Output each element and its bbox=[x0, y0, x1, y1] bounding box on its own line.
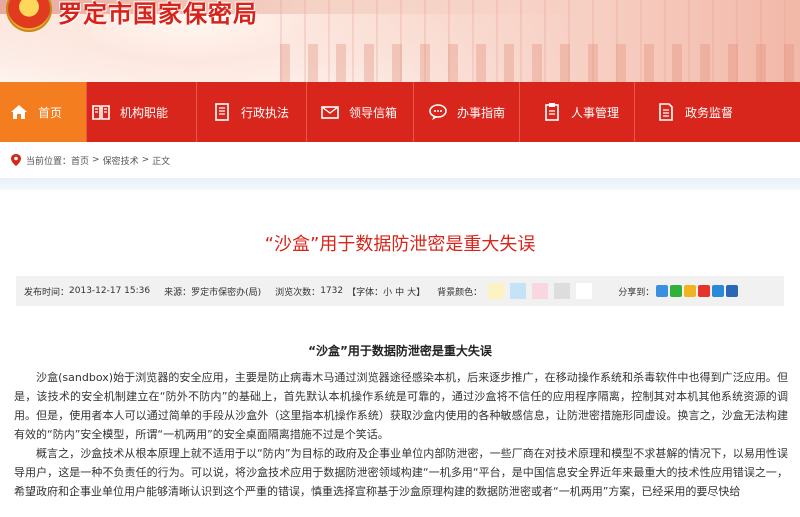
location-pin-icon bbox=[11, 154, 21, 166]
source-label: 来源： bbox=[164, 287, 192, 298]
nav-item-label: 首页 bbox=[38, 105, 63, 120]
font-size-large-button[interactable]: 大 bbox=[407, 285, 416, 298]
article-subtitle: “沙盒”用于数据防泄密是重大失误 bbox=[308, 344, 492, 358]
publish-time-label: 发布时间： bbox=[24, 287, 70, 298]
font-size-small-button[interactable]: 小 bbox=[383, 285, 392, 298]
breadcrumb-divider-band bbox=[0, 178, 800, 190]
views-count: 1732 bbox=[320, 286, 344, 296]
source-value: 罗定市保密办(局) bbox=[191, 287, 262, 298]
font-size-bracket: 】 bbox=[416, 287, 426, 298]
article: “沙盒”用于数据防泄密是重大失误 发布时间： 2013-12-17 15:36 … bbox=[0, 190, 800, 517]
views-label: 浏览次数： bbox=[275, 287, 321, 298]
article-paragraph: 概言之，沙盒技术从根本原理上就不适用于以“防内”为目标的政府及企事业单位内部防泄… bbox=[14, 447, 788, 498]
bg-color-yellow-button[interactable] bbox=[488, 283, 505, 299]
share-plus-icon[interactable] bbox=[656, 285, 669, 297]
nav-item-leader-mailbox[interactable]: 领导信箱 bbox=[307, 82, 414, 142]
bg-color-blue-button[interactable] bbox=[510, 283, 527, 299]
document-icon bbox=[212, 102, 232, 122]
share-qzone-icon[interactable] bbox=[684, 285, 697, 297]
bg-color-label: 背景颜色： bbox=[437, 287, 483, 298]
breadcrumb-home[interactable]: 首页 bbox=[71, 154, 89, 167]
nav-item-organization[interactable]: 机构职能 bbox=[87, 82, 197, 142]
nav-item-label: 机构职能 bbox=[120, 105, 169, 120]
bg-color-pink-button[interactable] bbox=[532, 283, 549, 299]
nav-item-label: 领导信箱 bbox=[349, 105, 398, 120]
clipboard-icon bbox=[542, 102, 562, 122]
breadcrumb-current: 正文 bbox=[152, 156, 171, 167]
article-title: “沙盒”用于数据防泄密是重大失误 bbox=[264, 234, 536, 255]
font-size-label: 【字体： bbox=[347, 287, 384, 298]
article-paragraph: 沙盒(sandbox)始于浏览器的安全应用，主要是防止病毒木马通过浏览器途径感染… bbox=[14, 371, 788, 441]
nav-item-service-guide[interactable]: 办事指南 bbox=[414, 82, 520, 142]
nav-item-supervision[interactable]: 政务监督 bbox=[635, 82, 800, 142]
banner-great-wall-decor bbox=[280, 0, 800, 82]
font-size-medium-button[interactable]: 中 bbox=[395, 285, 404, 298]
site-title: 罗定市国家保密局 bbox=[58, 0, 258, 28]
site-banner: 罗定市国家保密局 bbox=[0, 0, 800, 82]
share-tencent-icon[interactable] bbox=[712, 285, 725, 297]
nav-item-law-enforcement[interactable]: 行政执法 bbox=[197, 82, 307, 142]
bg-color-white-button[interactable] bbox=[576, 283, 593, 299]
nav-item-personnel[interactable]: 人事管理 bbox=[520, 82, 635, 142]
nav-item-label: 人事管理 bbox=[571, 105, 620, 120]
mail-icon bbox=[320, 102, 340, 122]
share-weibo-icon[interactable] bbox=[698, 285, 711, 297]
breadcrumb-separator: > bbox=[92, 155, 100, 165]
main-nav: 首页 机构职能 行政执法 领导信箱 办事指南 人事管理 政务监督 bbox=[0, 82, 800, 142]
share-renren-icon[interactable] bbox=[726, 285, 739, 297]
breadcrumb-separator: > bbox=[141, 155, 150, 165]
bg-color-gray-button[interactable] bbox=[554, 283, 571, 299]
article-body: 沙盒(sandbox)始于浏览器的安全应用，主要是防止病毒木马通过浏览器途径感染… bbox=[14, 368, 788, 501]
breadcrumb-prefix: 当前位置： bbox=[26, 156, 72, 167]
nav-item-label: 行政执法 bbox=[241, 105, 290, 120]
share-wechat-icon[interactable] bbox=[670, 285, 683, 297]
nav-item-label: 办事指南 bbox=[457, 105, 506, 120]
publish-time: 2013-12-17 15:36 bbox=[69, 286, 151, 296]
file-list-icon bbox=[656, 102, 676, 122]
breadcrumb-category[interactable]: 保密技术 bbox=[103, 154, 139, 167]
nav-item-label: 政务监督 bbox=[685, 105, 734, 120]
chat-icon bbox=[428, 102, 448, 122]
breadcrumb: 当前位置： 首页 > 保密技术 > 正文 bbox=[0, 142, 800, 178]
share-label: 分享到： bbox=[618, 287, 655, 298]
nav-item-home[interactable]: 首页 bbox=[0, 82, 87, 142]
home-icon bbox=[9, 102, 29, 122]
national-emblem-logo bbox=[6, 0, 52, 32]
book-icon bbox=[91, 102, 111, 122]
article-meta-bar: 发布时间： 2013-12-17 15:36 来源： 罗定市保密办(局) 浏览次… bbox=[16, 276, 784, 306]
